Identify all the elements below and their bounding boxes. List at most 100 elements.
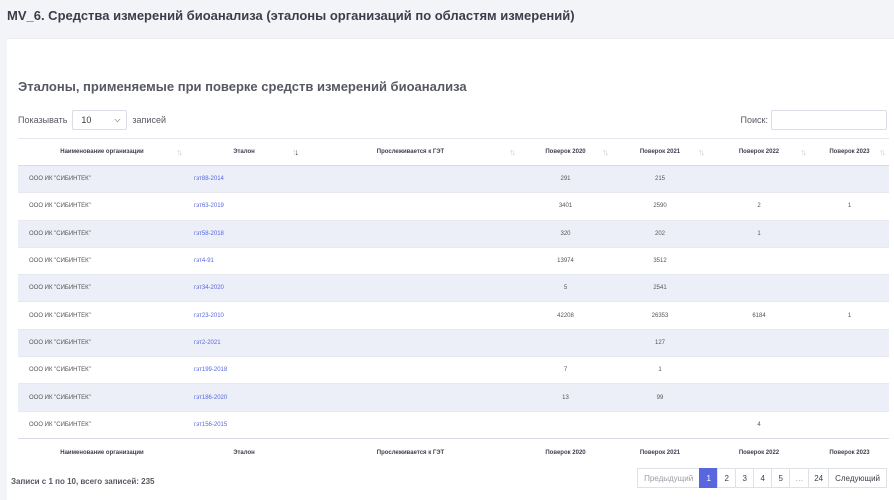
- cell-etalon: гэт34-2020: [186, 274, 302, 302]
- cell-2020: 13974: [519, 247, 612, 275]
- cell-2020: 5: [519, 274, 612, 302]
- cell-2022: [708, 274, 810, 302]
- sort-both-icon: ↑↓: [879, 147, 886, 157]
- column-header-2021[interactable]: Поверок 2021 ↑↓: [612, 138, 708, 166]
- cell-org: ООО ИК "СИБИНТЕК": [18, 274, 186, 302]
- cell-org: ООО ИК "СИБИНТЕК": [18, 192, 186, 221]
- content-card: Эталоны, применяемые при поверке средств…: [7, 38, 894, 500]
- sort-both-icon: ↑↓: [800, 147, 807, 157]
- length-suffix-label: записей: [132, 115, 166, 125]
- cell-2023: [810, 274, 889, 302]
- table-row: ООО ИК "СИБИНТЕК" гэт186-2020 13 99: [18, 383, 889, 412]
- cell-2021: 2590: [612, 192, 708, 221]
- cell-2021: [612, 411, 708, 439]
- cell-2022: [708, 356, 810, 384]
- cell-2021: 26353: [612, 301, 708, 330]
- page-length-select[interactable]: 10 ⌵: [72, 110, 128, 130]
- cell-2021: 1: [612, 356, 708, 384]
- cell-2023: 1: [810, 192, 889, 221]
- footer-header-org: Наименование организации: [18, 437, 186, 467]
- chevron-down-icon: ⌵: [114, 115, 121, 124]
- cell-etalon: гэт186-2020: [186, 383, 302, 412]
- etalon-link[interactable]: гэт58-2018: [194, 231, 224, 237]
- table-row: ООО ИК "СИБИНТЕК" гэт34-2020 5 2541: [18, 274, 889, 302]
- cell-get: [302, 220, 519, 248]
- etalon-link[interactable]: гэт88-2014: [194, 176, 224, 182]
- sort-both-icon: ↑↓: [698, 147, 705, 157]
- cell-2022: [708, 165, 810, 193]
- etalon-link[interactable]: гэт4-91: [194, 258, 214, 264]
- cell-get: [302, 383, 519, 412]
- cell-2020: 7: [519, 356, 612, 384]
- etalons-table: Наименование организации ↑↓ Эталон ↑↓ Прос…: [18, 138, 889, 467]
- previous-page-button[interactable]: Предыдущий: [637, 468, 701, 488]
- table-row: ООО ИК "СИБИНТЕК" гэт58-2018 320 202 1: [18, 220, 889, 248]
- column-header-org[interactable]: Наименование организации ↑↓: [18, 138, 186, 166]
- footer-header-2022: Поверок 2022: [708, 437, 810, 467]
- cell-2023: [810, 165, 889, 193]
- etalon-link[interactable]: гэт23-2010: [194, 313, 224, 319]
- column-header-get[interactable]: Прослеживается к ГЭТ ↑↓: [302, 138, 519, 166]
- cell-2023: [810, 356, 889, 384]
- table-row: ООО ИК "СИБИНТЕК" гэт199-2018 7 1: [18, 356, 889, 384]
- cell-2020: 291: [519, 165, 612, 193]
- column-header-2022[interactable]: Поверок 2022 ↑↓: [708, 138, 810, 166]
- page-length-value: 10: [81, 115, 92, 125]
- cell-etalon: гэт199-2018: [186, 356, 302, 384]
- next-page-button[interactable]: Следующий: [828, 468, 887, 488]
- etalon-link[interactable]: гэт34-2020: [194, 285, 224, 291]
- etalon-link[interactable]: гэт2-2021: [194, 340, 221, 346]
- search-label: Поиск:: [740, 115, 768, 125]
- cell-2021: 215: [612, 165, 708, 193]
- cell-2023: [810, 247, 889, 275]
- page-length-control: Показывать 10 ⌵ записей: [18, 110, 166, 130]
- page-button-3[interactable]: 3: [735, 468, 755, 488]
- cell-2023: [810, 411, 889, 439]
- sort-desc-icon: ↑↓: [292, 147, 299, 157]
- search-input[interactable]: [771, 110, 887, 130]
- column-header-2023[interactable]: Поверок 2023 ↑↓: [810, 138, 889, 166]
- footer-header-2021: Поверок 2021: [612, 437, 708, 467]
- cell-etalon: гэт88-2014: [186, 165, 302, 193]
- footer-header-get: Прослеживается к ГЭТ: [302, 437, 519, 467]
- pagination: Предыдущий 1 2 3 4 5 … 24 Следующий: [637, 468, 887, 488]
- page-button-24[interactable]: 24: [808, 468, 830, 488]
- column-header-etalon[interactable]: Эталон ↑↓: [186, 138, 302, 166]
- cell-org: ООО ИК "СИБИНТЕК": [18, 411, 186, 439]
- cell-org: ООО ИК "СИБИНТЕК": [18, 301, 186, 330]
- etalon-link[interactable]: гэт63-2019: [194, 203, 224, 209]
- cell-get: [302, 301, 519, 330]
- page-button-5[interactable]: 5: [771, 468, 791, 488]
- etalon-link[interactable]: гэт199-2018: [194, 367, 227, 373]
- page-button-1[interactable]: 1: [699, 468, 719, 488]
- cell-etalon: гэт4-91: [186, 247, 302, 275]
- table-row: ООО ИК "СИБИНТЕК" гэт23-2010 42208 26353 618…: [18, 301, 889, 330]
- sort-both-icon: ↑↓: [509, 147, 516, 157]
- page-title: MV_6. Средства измерений биоанализа (эта…: [7, 8, 575, 23]
- etalon-link[interactable]: гэт186-2020: [194, 395, 227, 401]
- cell-etalon: гэт2-2021: [186, 329, 302, 357]
- cell-get: [302, 274, 519, 302]
- cell-get: [302, 165, 519, 193]
- cell-2020: 3401: [519, 192, 612, 221]
- cell-2021: 202: [612, 220, 708, 248]
- table-footer-row: Наименование организации Эталон Прослежи…: [18, 437, 889, 467]
- cell-get: [302, 192, 519, 221]
- footer-header-2020: Поверок 2020: [519, 437, 612, 467]
- footer-header-2023: Поверок 2023: [810, 437, 889, 467]
- cell-2022: 2: [708, 192, 810, 221]
- table-header-row: Наименование организации ↑↓ Эталон ↑↓ Прос…: [18, 138, 889, 166]
- cell-etalon: гэт58-2018: [186, 220, 302, 248]
- cell-org: ООО ИК "СИБИНТЕК": [18, 356, 186, 384]
- cell-org: ООО ИК "СИБИНТЕК": [18, 383, 186, 412]
- column-header-2020[interactable]: Поверок 2020 ↑↓: [519, 138, 612, 166]
- cell-2020: 13: [519, 383, 612, 412]
- length-prefix-label: Показывать: [18, 115, 68, 125]
- page-button-4[interactable]: 4: [753, 468, 773, 488]
- cell-2022: [708, 247, 810, 275]
- etalon-link[interactable]: гэт156-2015: [194, 422, 227, 428]
- cell-2023: [810, 329, 889, 357]
- cell-2021: 3512: [612, 247, 708, 275]
- page-button-2[interactable]: 2: [717, 468, 737, 488]
- cell-2020: [519, 329, 612, 357]
